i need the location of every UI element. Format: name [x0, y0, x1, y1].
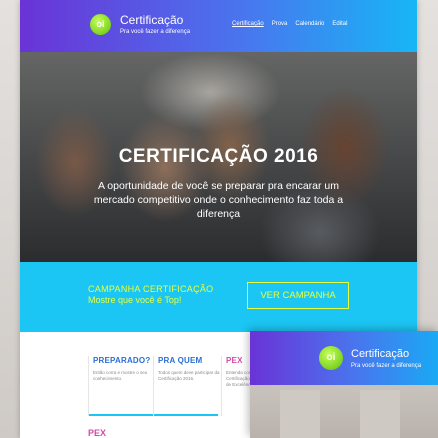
hero-title: CERTIFICAÇÃO 2016 [118, 146, 319, 167]
campaign-title: CAMPANHA CERTIFICAÇÃO [88, 284, 214, 294]
hero-text: A oportunidade de você se preparar pra e… [93, 180, 344, 220]
nav-item-edital[interactable]: Edital [332, 21, 347, 27]
mockup-stage: oi Certificação Pra você fazer a diferen… [0, 0, 438, 438]
main-nav: Certificação Prova Calendário Edital [232, 21, 347, 27]
card-title: PRA QUEM [158, 356, 203, 365]
brand: Certificação Pra você fazer a diferença [120, 14, 190, 36]
pex-section-title: PEX [88, 428, 107, 438]
oi-logo[interactable]: oi [319, 346, 343, 370]
card-text: Então corra e mostre o seu conhecimento. [93, 370, 148, 381]
card-text: Todos quem deve participar da Certificaç… [158, 370, 220, 381]
brand-title: Certificação [120, 13, 184, 27]
oi-logo[interactable]: oi [90, 14, 111, 35]
hero-banner: CERTIFICAÇÃO 2016 A oportunidade de você… [20, 52, 417, 262]
card-pra-quem[interactable]: PRA QUEM Todos quem deve participar da C… [153, 356, 220, 416]
campaign-section: CAMPANHA CERTIFICAÇÃO Mostre que você é … [20, 262, 417, 332]
site-header: oi Certificação Pra você fazer a diferen… [20, 0, 417, 52]
card-title: PREPARADO? [93, 356, 151, 365]
overlay-title: Certificação [351, 348, 410, 360]
campaign-subtitle: Mostre que você é Top! [88, 295, 182, 305]
overlay-brand: Certificação Pra você fazer a diferença [351, 348, 421, 370]
card-underline [154, 414, 218, 416]
overlay-photo [250, 385, 438, 438]
nav-item-prova[interactable]: Prova [272, 21, 288, 27]
view-campaign-button[interactable]: VER CAMPANHA [247, 282, 349, 309]
brand-subtitle: Pra você fazer a diferença [120, 29, 191, 35]
overlay-subtitle: Pra você fazer a diferença [351, 363, 422, 369]
nav-item-certificacao[interactable]: Certificação [232, 21, 264, 27]
overlay-header-card: oi Certificação Pra você fazer a diferen… [250, 331, 438, 438]
card-preparado[interactable]: PREPARADO? Então corra e mostre o seu co… [88, 356, 153, 416]
nav-item-calendario[interactable]: Calendário [295, 21, 324, 27]
card-underline [89, 414, 153, 416]
overlay-header: oi Certificação Pra você fazer a diferen… [250, 331, 438, 385]
